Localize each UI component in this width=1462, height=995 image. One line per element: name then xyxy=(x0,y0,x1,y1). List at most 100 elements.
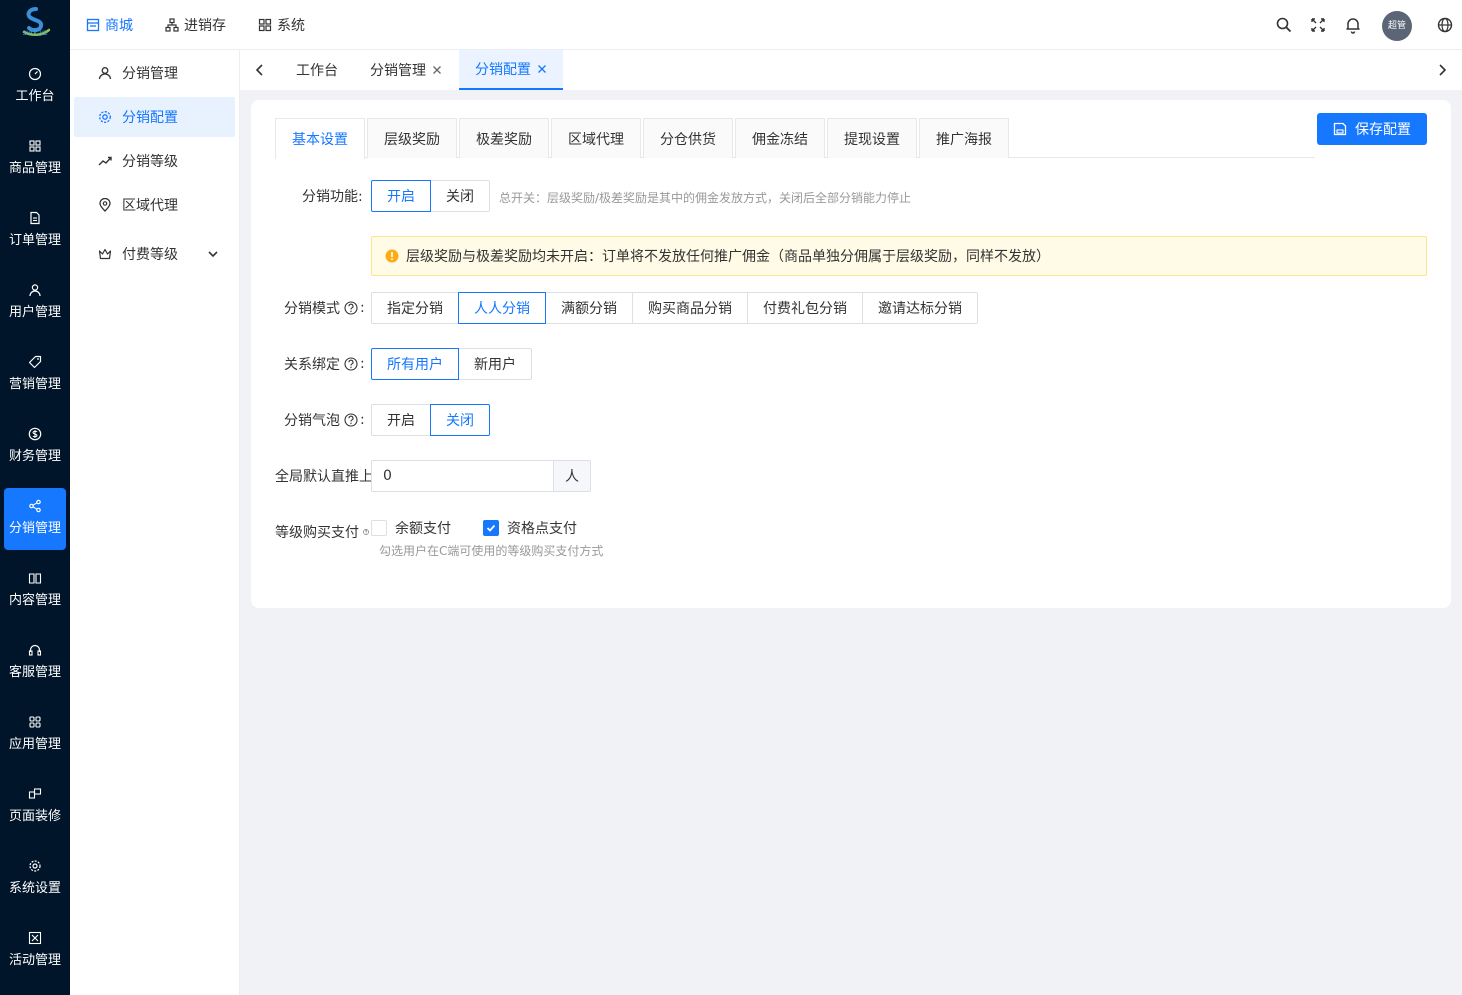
help-icon[interactable] xyxy=(344,413,358,427)
save-config-button[interactable]: 保存配置 xyxy=(1317,113,1427,145)
topnav-system-label: 系统 xyxy=(277,18,305,34)
rail-item-label: 用户管理 xyxy=(8,305,61,320)
rail-item[interactable]: 应用管理 xyxy=(4,704,66,766)
topnav-system[interactable]: 系统 xyxy=(258,0,305,50)
avatar[interactable]: 超管 xyxy=(1382,11,1412,41)
balance-pay-checkbox[interactable]: 余额支付 xyxy=(371,518,451,538)
chevron-right-icon[interactable] xyxy=(1434,62,1450,78)
topnav-store[interactable]: 商城 xyxy=(86,0,133,50)
tab-workbench[interactable]: 工作台 xyxy=(296,50,338,90)
rail-item-label: 订单管理 xyxy=(8,233,61,248)
logo-text: SHUCUE xyxy=(22,30,48,37)
dashboard-icon xyxy=(28,67,42,81)
function-on-option[interactable]: 开启 xyxy=(371,180,431,212)
submenu-distribution-config[interactable]: 分销配置 xyxy=(74,97,235,137)
rail-item[interactable]: 客服管理 xyxy=(4,632,66,694)
qualification-pay-checkbox[interactable]: 资格点支付 xyxy=(483,518,577,538)
direct-push-suffix: 人 xyxy=(554,460,591,492)
direct-push-input[interactable]: 0 xyxy=(371,460,554,492)
bubble-option-on[interactable]: 开启 xyxy=(371,404,431,436)
binding-option-all[interactable]: 所有用户 xyxy=(371,348,459,380)
chevron-left-icon[interactable] xyxy=(252,62,268,78)
bubble-option-off[interactable]: 关闭 xyxy=(430,404,490,436)
config-tab-label: 基本设置 xyxy=(292,132,348,148)
rail-item[interactable]: 内容管理 xyxy=(4,560,66,622)
close-icon[interactable] xyxy=(537,64,547,74)
binding-option-new[interactable]: 新用户 xyxy=(458,348,532,380)
checkbox-box[interactable] xyxy=(483,520,499,536)
rail-item[interactable]: 营销管理 xyxy=(4,344,66,406)
tab-label: 分销管理 xyxy=(370,63,426,79)
headset-icon xyxy=(28,644,42,656)
apps-icon xyxy=(29,716,41,728)
rail-item[interactable]: 系统设置 xyxy=(4,848,66,910)
config-tab-diff-reward[interactable]: 极差奖励 xyxy=(459,118,549,158)
help-icon[interactable] xyxy=(344,357,358,371)
tab-distribution-manage[interactable]: 分销管理 xyxy=(370,50,442,90)
help-icon[interactable] xyxy=(344,301,358,315)
topnav-inventory[interactable]: 进销存 xyxy=(165,0,226,50)
config-tab-freeze[interactable]: 佣金冻结 xyxy=(735,118,825,158)
save-icon xyxy=(1333,122,1347,136)
bubble-label-text: 分销气泡 xyxy=(284,413,340,429)
function-radio-group: 开启 关闭 xyxy=(371,180,490,212)
config-tab-level-reward[interactable]: 层级奖励 xyxy=(367,118,457,158)
tab-label: 工作台 xyxy=(296,63,338,79)
submenu-distribution-manage[interactable]: 分销管理 xyxy=(74,53,235,93)
gear-icon xyxy=(99,111,111,123)
checkbox-box[interactable] xyxy=(371,520,387,536)
chevron-down-icon xyxy=(208,251,218,258)
rail-item[interactable]: 活动管理 xyxy=(4,920,66,982)
mode-option-amount[interactable]: 满额分销 xyxy=(545,292,633,324)
rail-item[interactable]: 商品管理 xyxy=(4,128,66,190)
bell-icon[interactable] xyxy=(1344,16,1362,34)
rail-item[interactable]: 分销管理 xyxy=(4,488,66,550)
submenu-distribution-level[interactable]: 分销等级 xyxy=(74,141,235,181)
rail-item-label: 营销管理 xyxy=(8,377,61,392)
search-icon[interactable] xyxy=(1275,16,1293,34)
config-tab-poster[interactable]: 推广海报 xyxy=(919,118,1009,158)
trend-icon xyxy=(98,156,112,166)
location-icon xyxy=(99,198,111,212)
tab-distribution-config[interactable]: 分销配置 xyxy=(459,50,563,90)
rail-item[interactable]: 财务管理 xyxy=(4,416,66,478)
config-tabs: 基本设置 层级奖励 极差奖励 区域代理 分仓供货 佣金冻结 提现设置 推广海报 xyxy=(275,118,1315,159)
store-icon xyxy=(86,18,100,32)
config-tab-area-agent[interactable]: 区域代理 xyxy=(551,118,641,158)
rail-item-label: 页面装修 xyxy=(8,809,61,824)
book-icon xyxy=(28,573,42,584)
config-tab-label: 推广海报 xyxy=(936,131,992,148)
config-tab-label: 极差奖励 xyxy=(476,131,532,148)
config-tab-withdraw[interactable]: 提现设置 xyxy=(827,118,917,158)
rail-item[interactable]: 订单管理 xyxy=(4,200,66,262)
function-off-option[interactable]: 关闭 xyxy=(430,180,490,212)
mode-option-designated[interactable]: 指定分销 xyxy=(371,292,459,324)
config-tab-label: 分仓供货 xyxy=(660,131,716,148)
crown-icon xyxy=(98,248,112,260)
activity-icon xyxy=(28,931,42,945)
rail-item[interactable]: 工作台 xyxy=(4,56,66,118)
mode-option-purchase[interactable]: 购买商品分销 xyxy=(632,292,748,324)
fullscreen-icon[interactable] xyxy=(1309,16,1327,34)
submenu-area-agent[interactable]: 区域代理 xyxy=(74,185,235,225)
config-tab-basic[interactable]: 基本设置 xyxy=(275,118,365,159)
submenu-paid-level[interactable]: 付费等级 xyxy=(74,234,235,274)
rail-item[interactable]: 页面装修 xyxy=(4,776,66,838)
mode-option-invite[interactable]: 邀请达标分销 xyxy=(862,292,978,324)
help-icon[interactable] xyxy=(363,525,369,539)
mode-option-gift-pack[interactable]: 付费礼包分销 xyxy=(747,292,863,324)
rail-item-label: 系统设置 xyxy=(8,881,61,896)
close-icon[interactable] xyxy=(432,65,442,75)
level-pay-label: 等级购买支付 xyxy=(275,522,371,542)
mode-option-everyone[interactable]: 人人分销 xyxy=(458,292,546,324)
rail-item[interactable]: 用户管理 xyxy=(4,272,66,334)
bubble-label: 分销气泡 : xyxy=(284,412,365,429)
binding-label: 关系绑定 : xyxy=(284,356,365,373)
submenu-label: 区域代理 xyxy=(122,198,178,214)
config-tab-warehouse[interactable]: 分仓供货 xyxy=(643,118,733,158)
config-tab-label: 提现设置 xyxy=(844,131,900,148)
rail-item-label: 工作台 xyxy=(15,89,55,104)
globe-icon[interactable] xyxy=(1436,16,1454,34)
rail-item-label: 活动管理 xyxy=(8,953,61,968)
warning-alert-text: 层级奖励与极差奖励均未开启：订单将不发放任何推广佣金（商品单独分佣属于层级奖励，… xyxy=(406,249,1050,265)
